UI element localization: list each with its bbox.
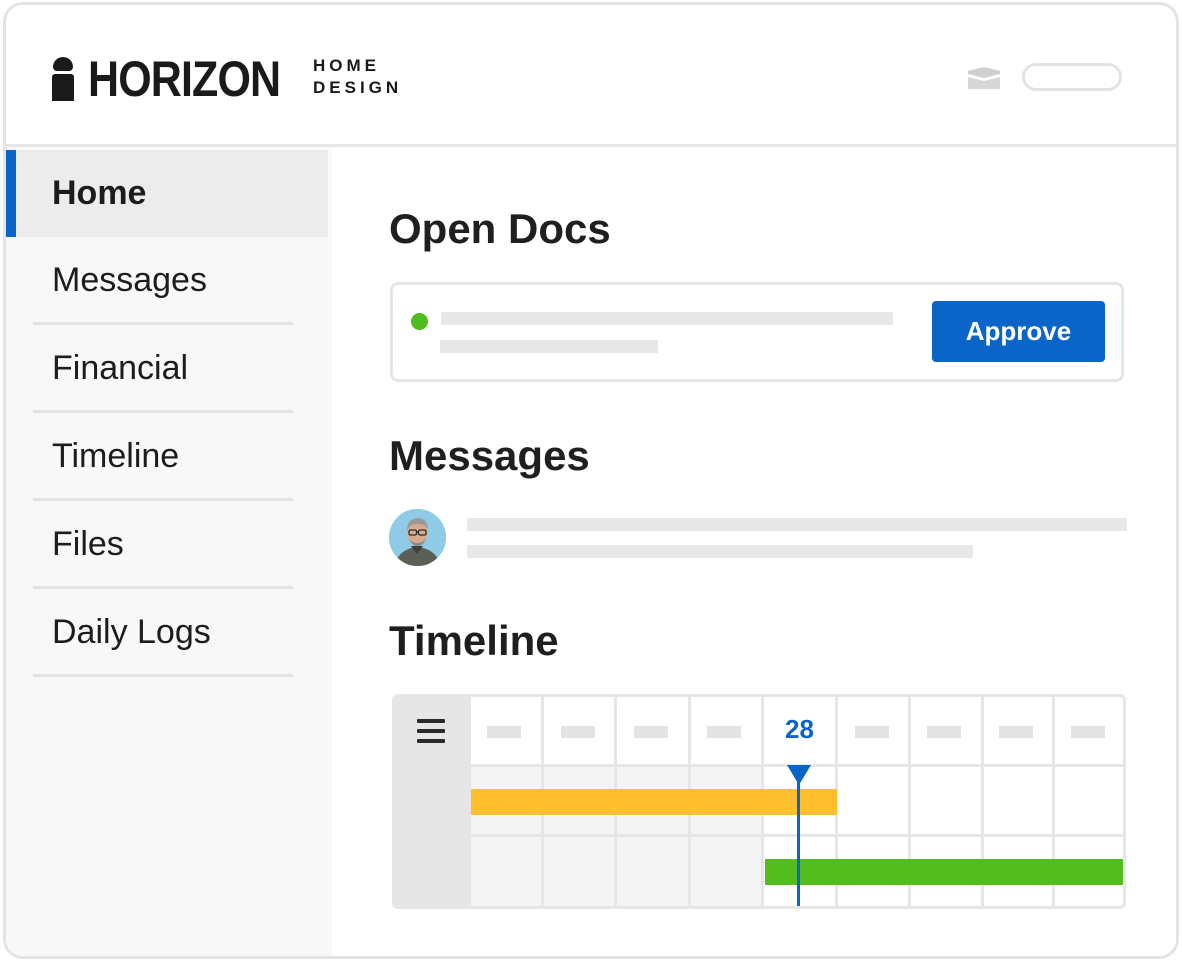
brand-logo-mark <box>52 57 74 101</box>
timeline-date-placeholder <box>561 726 595 738</box>
sidebar-item-label: Home <box>52 174 147 212</box>
sidebar-item-label: Daily Logs <box>52 613 211 651</box>
timeline-task-bar[interactable] <box>471 789 837 815</box>
sidebar-item-label: Files <box>52 525 124 563</box>
message-line-placeholder <box>467 545 973 558</box>
timeline-date-placeholder <box>1071 726 1105 738</box>
sidebar: Home Messages Financial Timeline Files D… <box>6 147 332 956</box>
main-content: Open Docs Approve Messages Timeline 28 <box>332 147 1176 956</box>
sidebar-item-timeline[interactable]: Timeline <box>6 413 328 500</box>
timeline-title: Timeline <box>389 617 559 664</box>
approve-button[interactable]: Approve <box>932 301 1105 362</box>
timeline-task-bar[interactable] <box>765 859 1123 885</box>
message-line-placeholder <box>467 518 1127 531</box>
timeline-past-area <box>471 765 764 906</box>
timeline-today-marker-icon <box>787 765 811 785</box>
sidebar-item-home[interactable]: Home <box>6 150 328 237</box>
brand-tagline-line2: DESIGN <box>313 78 403 97</box>
user-avatar[interactable] <box>389 509 446 566</box>
messages-title: Messages <box>389 432 590 479</box>
status-dot-icon <box>411 313 428 330</box>
timeline-date-placeholder <box>707 726 741 738</box>
brand-tagline: HOME DESIGN <box>313 55 402 99</box>
sidebar-item-label: Messages <box>52 261 207 299</box>
timeline-today-label: 28 <box>785 714 814 744</box>
app-window: HORIZON HOME DESIGN Home Messages Financ… <box>3 2 1179 959</box>
timeline-date-placeholder <box>927 726 961 738</box>
doc-title-placeholder <box>441 312 893 325</box>
brand-name: HORIZON <box>88 51 281 107</box>
doc-subtitle-placeholder <box>440 340 658 353</box>
open-doc-card[interactable]: Approve <box>390 282 1124 382</box>
timeline-gantt[interactable]: 28 <box>392 694 1126 909</box>
brand-logo[interactable]: HORIZON HOME DESIGN <box>52 51 398 107</box>
sidebar-item-daily-logs[interactable]: Daily Logs <box>6 589 328 676</box>
sidebar-item-financial[interactable]: Financial <box>6 325 328 412</box>
timeline-date-placeholder <box>999 726 1033 738</box>
search-pill[interactable] <box>1022 63 1122 91</box>
sidebar-item-files[interactable]: Files <box>6 501 328 588</box>
app-header: HORIZON HOME DESIGN <box>6 5 1176 147</box>
timeline-today-line <box>797 765 800 906</box>
mail-icon[interactable] <box>968 67 1000 89</box>
timeline-date-placeholder <box>487 726 521 738</box>
sidebar-divider <box>33 674 293 677</box>
timeline-date-placeholder <box>855 726 889 738</box>
brand-tagline-line1: HOME <box>313 56 380 75</box>
hamburger-menu-icon[interactable] <box>417 719 447 743</box>
timeline-date-placeholder <box>634 726 668 738</box>
open-docs-title: Open Docs <box>389 205 611 252</box>
avatar-image <box>389 509 446 566</box>
sidebar-item-messages[interactable]: Messages <box>6 237 328 324</box>
sidebar-item-label: Financial <box>52 349 189 387</box>
sidebar-item-label: Timeline <box>52 437 180 475</box>
